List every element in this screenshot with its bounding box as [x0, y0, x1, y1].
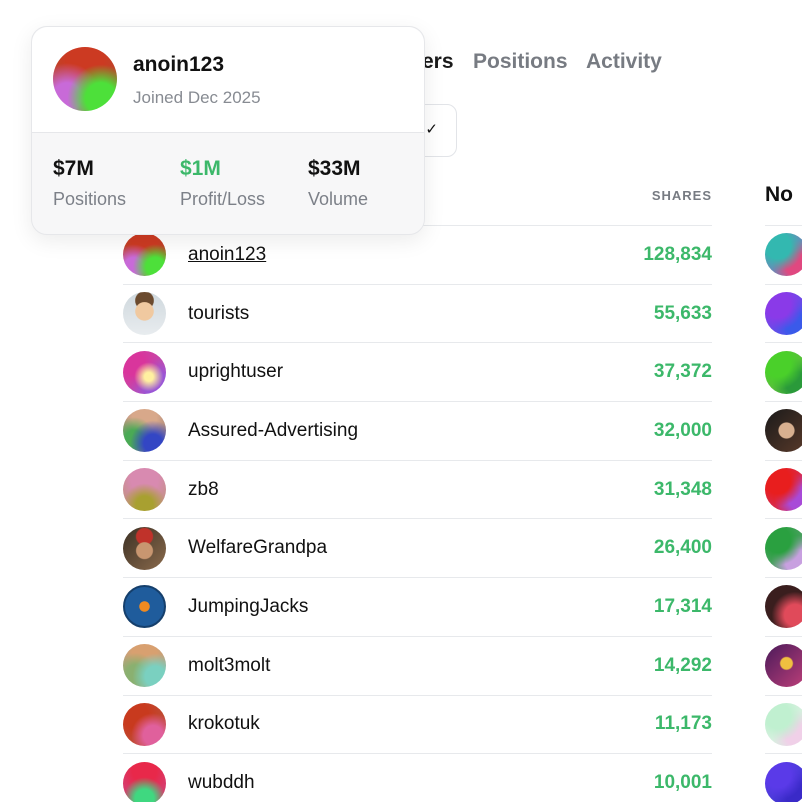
holder-name[interactable]: anoin123	[188, 244, 266, 266]
avatar[interactable]	[765, 585, 802, 629]
holder-name[interactable]: wubddh	[188, 772, 255, 794]
avatar[interactable]	[765, 702, 802, 746]
holder-shares: 17,314	[653, 595, 712, 617]
market-holders-page: ers Positions Activity ✓ SHARES anoin123…	[0, 0, 802, 802]
tab-holders[interactable]: ers	[422, 50, 454, 74]
table-row[interactable]: Assured-Advertising 32,000	[123, 401, 712, 460]
avatar[interactable]	[765, 409, 802, 453]
avatar[interactable]	[123, 409, 166, 453]
avatar[interactable]	[53, 47, 117, 111]
table-row[interactable]: uprightuser 37,372	[123, 342, 712, 401]
stat-positions-value: $7M	[53, 157, 94, 180]
yes-holders-list: anoin123 128,834 tourists 55,633 upright…	[123, 225, 712, 802]
holder-name[interactable]: molt3molt	[188, 655, 270, 677]
holder-shares: 10,001	[653, 772, 712, 794]
avatar[interactable]	[123, 761, 166, 802]
avatar[interactable]	[765, 292, 802, 336]
holder-name[interactable]: tourists	[188, 303, 249, 325]
avatar[interactable]	[123, 233, 166, 277]
holder-shares: 14,292	[653, 654, 712, 676]
table-row[interactable]	[765, 694, 802, 754]
avatar[interactable]	[123, 644, 166, 688]
table-row[interactable]: JumpingJacks 17,314	[123, 577, 712, 636]
table-row[interactable]	[765, 577, 802, 636]
holder-shares: 37,372	[653, 361, 712, 383]
avatar[interactable]	[765, 233, 802, 277]
holder-name[interactable]: uprightuser	[188, 361, 283, 383]
holder-shares: 55,633	[653, 302, 712, 324]
table-row[interactable]: zb8 31,348	[123, 459, 712, 519]
table-row[interactable]: krokotuk 11,173	[123, 694, 712, 754]
stat-positions: $7M Positions	[53, 157, 126, 210]
holder-shares: 128,834	[643, 243, 712, 265]
shares-column-header: SHARES	[651, 188, 712, 203]
table-row[interactable]	[765, 225, 802, 284]
avatar[interactable]	[123, 702, 166, 746]
stat-volume: $33M Volume	[308, 157, 368, 210]
holder-name[interactable]: zb8	[188, 479, 219, 501]
table-row[interactable]	[765, 459, 802, 519]
table-row[interactable]: wubddh 10,001	[123, 753, 712, 802]
tab-positions[interactable]: Positions	[473, 50, 568, 74]
avatar[interactable]	[123, 292, 166, 336]
holder-name[interactable]: krokotuk	[188, 713, 260, 735]
no-holders-header: No	[765, 183, 793, 206]
avatar[interactable]	[765, 526, 802, 570]
holder-name[interactable]: WelfareGrandpa	[188, 537, 327, 559]
table-row[interactable]	[765, 753, 802, 802]
table-row[interactable]	[765, 342, 802, 401]
profile-popover: anoin123 Joined Dec 2025 $7M Positions $…	[31, 26, 425, 235]
popover-username[interactable]: anoin123	[133, 53, 224, 77]
table-row[interactable]: tourists 55,633	[123, 283, 712, 343]
avatar[interactable]	[123, 526, 166, 570]
holder-shares: 11,173	[654, 713, 712, 735]
popover-joined-date: Joined Dec 2025	[133, 88, 261, 107]
holder-shares: 26,400	[653, 537, 712, 559]
popover-header: anoin123 Joined Dec 2025	[32, 27, 424, 133]
avatar[interactable]	[765, 468, 802, 512]
table-row[interactable]	[765, 635, 802, 695]
table-row[interactable]	[765, 401, 802, 460]
tab-activity[interactable]: Activity	[586, 50, 662, 74]
avatar[interactable]	[765, 761, 802, 802]
holder-shares: 32,000	[653, 419, 712, 441]
avatar[interactable]	[123, 585, 166, 629]
avatar[interactable]	[765, 644, 802, 688]
table-row[interactable]: molt3molt 14,292	[123, 635, 712, 695]
stat-positions-label: Positions	[53, 189, 127, 209]
stat-profit-loss-value: $1M	[180, 157, 221, 180]
check-icon: ✓	[425, 121, 438, 138]
avatar[interactable]	[123, 468, 166, 512]
avatar[interactable]	[123, 350, 166, 394]
table-row[interactable]	[765, 283, 802, 343]
stat-volume-value: $33M	[308, 157, 361, 180]
avatar[interactable]	[765, 350, 802, 394]
holder-shares: 31,348	[653, 478, 712, 500]
no-holders-list	[765, 225, 802, 802]
stat-profit-loss: $1M Profit/Loss	[180, 157, 265, 210]
table-row[interactable]	[765, 518, 802, 577]
table-row[interactable]: WelfareGrandpa 26,400	[123, 518, 712, 577]
stat-profit-loss-label: Profit/Loss	[180, 189, 266, 209]
stat-volume-label: Volume	[308, 189, 369, 209]
holder-name[interactable]: Assured-Advertising	[188, 420, 358, 442]
holder-name[interactable]: JumpingJacks	[188, 596, 308, 618]
